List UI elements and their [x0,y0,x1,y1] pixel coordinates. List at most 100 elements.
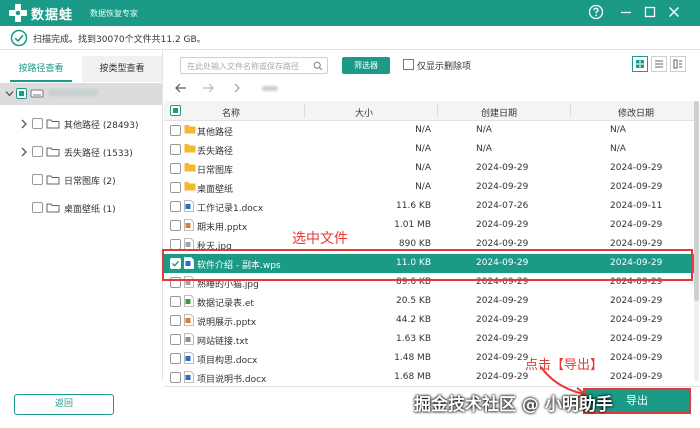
search-placeholder: 在此处输入文件名称或保存路径 [187,62,299,71]
txt-file-icon [184,333,194,345]
tree-root-drive[interactable] [0,83,162,105]
forward-arrow-icon[interactable] [201,81,215,95]
only-deleted-checkbox[interactable] [403,59,414,70]
table-row[interactable]: 期末用.pptx 1.01 MB 2024-09-29 2024-09-29 [164,216,694,235]
row-checkbox[interactable] [170,182,181,193]
table-row[interactable]: 数据记录表.et 20.5 KB 2024-09-29 2024-09-29 [164,292,694,311]
tree-item-checkbox[interactable] [32,146,43,157]
watermark: 掘金技术社区 @ 小明助手 [414,395,613,415]
docx-file-icon [184,371,194,383]
created-date: 2024-09-29 [476,239,529,249]
help-icon[interactable] [588,4,604,20]
tree-item-lost-paths[interactable]: 丢失路径 (1533) [0,143,162,161]
modified-date: N/A [610,144,626,154]
file-name: 工作记录1.docx [197,204,264,214]
tree-item-daily-gallery[interactable]: 日常图库 (2) [0,171,162,189]
app-logo-icon [9,4,27,22]
file-size: 1.48 MB [394,353,431,363]
created-date: 2024-09-29 [476,163,529,173]
file-name: 项目构思.docx [197,356,258,366]
table-row[interactable]: 项目构思.docx 1.48 MB 2024-09-29 2024-09-29 [164,349,694,368]
created-date: N/A [476,144,492,154]
file-name: 数据记录表.et [197,299,254,309]
modified-date: N/A [610,125,626,135]
only-deleted-label: 仅显示删除项 [417,62,472,72]
tree-root-checkbox[interactable] [16,88,27,99]
column-modified[interactable]: 修改日期 [618,106,654,119]
navigation-bar [164,78,700,100]
tab-by-type[interactable]: 按类型查看 [82,56,162,82]
created-date: N/A [476,125,492,135]
row-checkbox[interactable] [170,334,181,345]
drive-name-redacted [48,89,98,96]
search-icon[interactable] [313,61,323,71]
file-size: N/A [415,163,431,173]
file-name: 期末用.pptx [197,223,248,233]
table-row[interactable]: 说明展示.pptx 44.2 KB 2024-09-29 2024-09-29 [164,311,694,330]
row-checkbox[interactable] [170,163,181,174]
check-circle-icon [10,29,28,47]
row-checkbox[interactable] [170,201,181,212]
table-row[interactable]: 项目说明书.docx 1.68 MB 2024-09-29 2024-09-29 [164,368,694,386]
list-view-button[interactable] [651,56,667,72]
row-checkbox[interactable] [170,372,181,383]
detail-view-icon [673,59,682,69]
column-name[interactable]: 名称 [222,106,240,119]
back-arrow-icon[interactable] [174,81,188,95]
footer-divider [164,386,700,387]
modified-date: 2024-09-29 [610,296,663,306]
file-size: 1.01 MB [394,220,431,230]
row-checkbox[interactable] [170,353,181,364]
scrollbar-thumb[interactable] [694,101,699,301]
table-row[interactable]: 其他路径 N/A N/A N/A [164,121,694,140]
grid-view-button[interactable] [632,56,648,72]
detail-view-button[interactable] [670,56,686,72]
created-date: 2024-09-29 [476,334,529,344]
file-table-header: 名称 大小 创建日期 修改日期 [164,101,694,121]
column-divider [304,104,305,118]
filter-button[interactable]: 筛选器 [342,57,390,74]
search-input[interactable]: 在此处输入文件名称或保存路径 [180,57,328,74]
tree-item-other-paths[interactable]: 其他路径 (28493) [0,115,162,133]
row-checkbox[interactable] [170,220,181,231]
file-name: 其他路径 [197,128,234,138]
modified-date: 2024-09-29 [610,220,663,230]
modified-date: 2024-09-29 [610,182,663,192]
table-row[interactable]: 工作记录1.docx 11.6 KB 2024-07-26 2024-09-11 [164,197,694,216]
row-checkbox[interactable] [170,296,181,307]
table-row[interactable]: 桌面壁纸 N/A 2024-09-29 2024-09-29 [164,178,694,197]
created-date: 2024-09-29 [476,315,529,325]
row-checkbox[interactable] [170,125,181,136]
back-button[interactable]: 返回 [14,394,114,415]
folder-icon [46,203,60,213]
modified-date: 2024-09-29 [610,315,663,325]
column-size[interactable]: 大小 [355,106,373,119]
chevron-down-icon[interactable] [5,89,14,98]
row-checkbox[interactable] [170,144,181,155]
tree-item-checkbox[interactable] [32,118,43,129]
select-all-checkbox[interactable] [170,105,181,116]
maximize-icon[interactable] [642,4,658,20]
table-row[interactable]: 丢失路径 N/A N/A N/A [164,140,694,159]
row-checkbox[interactable] [170,315,181,326]
scrollbar[interactable] [694,101,699,381]
column-divider [570,104,571,118]
table-row[interactable]: 网站链接.txt 1.63 KB 2024-09-29 2024-09-29 [164,330,694,349]
column-created[interactable]: 创建日期 [481,106,517,119]
docx-file-icon [184,200,194,212]
tree-item-checkbox[interactable] [32,174,43,185]
breadcrumb-chevron-icon [234,83,240,93]
file-size: N/A [415,182,431,192]
column-divider [437,104,438,118]
tab-by-path[interactable]: 按路径查看 [0,56,82,82]
close-icon[interactable] [666,4,682,20]
tree-item-checkbox[interactable] [32,202,43,213]
docx-file-icon [184,352,194,364]
tree-item-desktop-wallpaper[interactable]: 桌面壁纸 (1) [0,199,162,217]
minimize-icon[interactable] [618,4,634,20]
annotation-highlight-selected-file [162,249,693,281]
chevron-right-icon[interactable] [20,118,28,130]
folder-icon [184,125,196,134]
table-row[interactable]: 日常图库 N/A 2024-09-29 2024-09-29 [164,159,694,178]
chevron-right-icon[interactable] [20,146,28,158]
